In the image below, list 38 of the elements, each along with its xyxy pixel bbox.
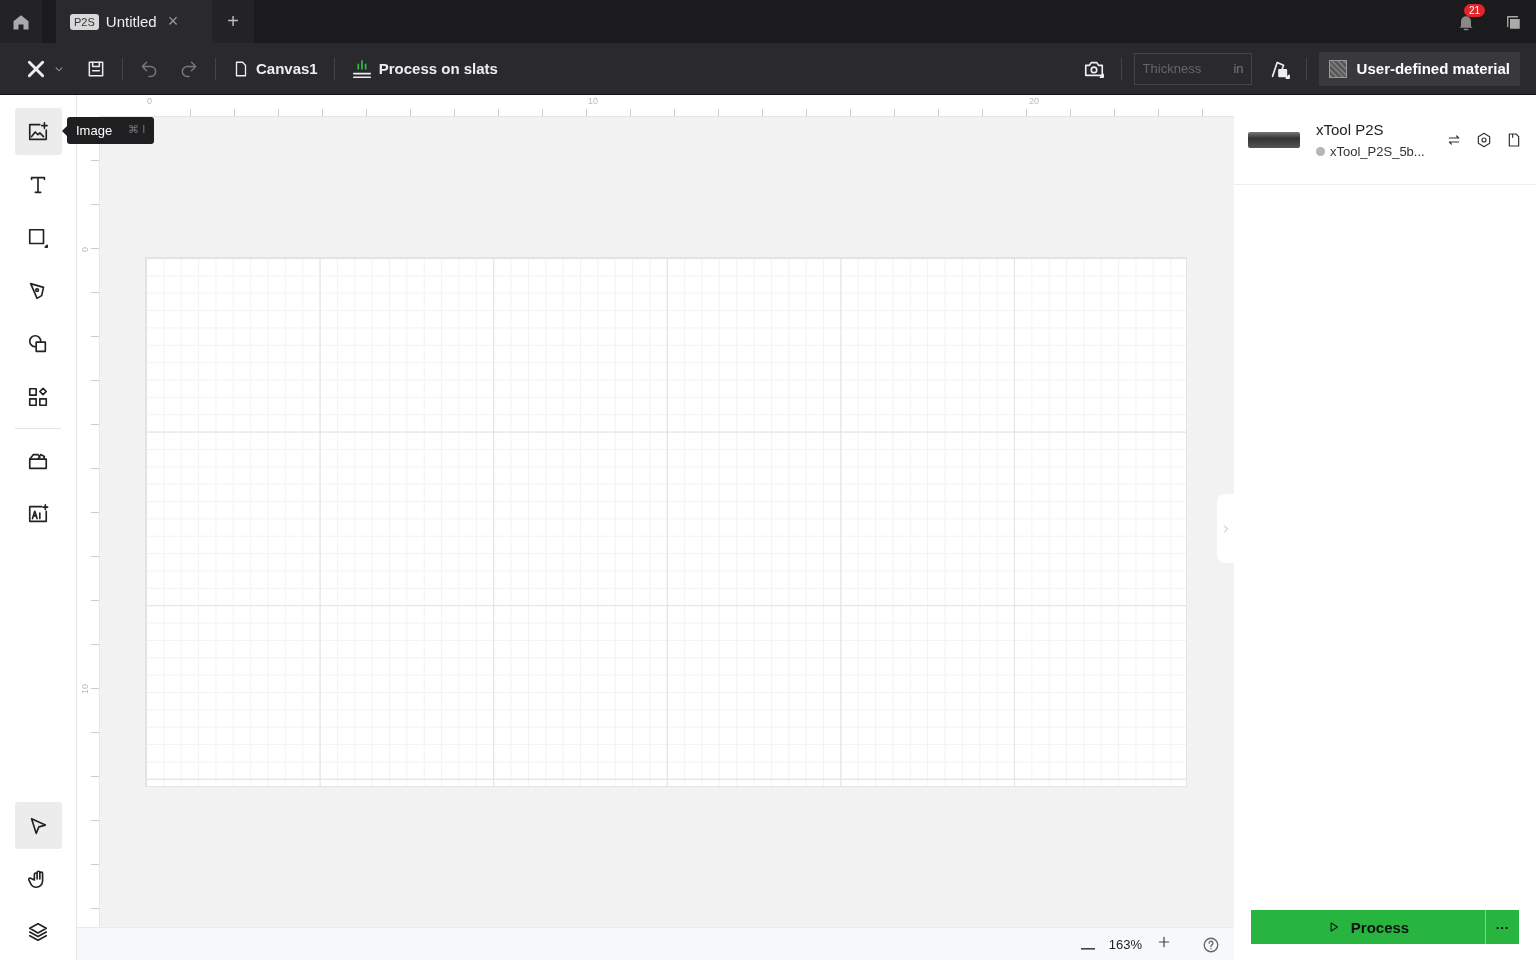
notification-count: 21 xyxy=(1464,4,1486,17)
unit-label: in xyxy=(1233,60,1244,76)
tool-button[interactable] xyxy=(14,108,62,155)
x-logo-icon xyxy=(26,58,46,79)
document-tab[interactable]: P2S Untitled × xyxy=(56,0,212,43)
process-button[interactable]: Process xyxy=(1251,910,1485,944)
canvas-button[interactable]: Canvas1 xyxy=(222,59,328,78)
device-name: xTool P2S xyxy=(1316,120,1385,138)
new-tab-button[interactable]: + xyxy=(212,0,254,43)
plus-icon xyxy=(1156,934,1172,950)
tool-button[interactable] xyxy=(14,802,62,849)
tab-title: Untitled xyxy=(105,13,157,30)
close-tab-button[interactable]: × xyxy=(167,11,179,32)
more-button[interactable]: ··· xyxy=(1485,910,1519,944)
minus-icon xyxy=(1080,948,1095,950)
ruler-label: 10 xyxy=(588,96,598,106)
home-button[interactable] xyxy=(0,0,42,43)
layers-icon xyxy=(27,920,49,943)
document-icon xyxy=(1506,131,1522,148)
panel-toggle-button[interactable] xyxy=(1217,494,1234,563)
shortcut-label: ⌘ I xyxy=(128,123,146,137)
slats-icon xyxy=(350,57,373,80)
ruler-label: 20 xyxy=(1029,96,1039,106)
machine-badge: P2S xyxy=(70,13,99,30)
settings-icon xyxy=(1476,131,1492,148)
rectangle-icon xyxy=(27,226,49,249)
ruler-label: 10 xyxy=(80,684,90,694)
process-mode-button[interactable]: Process on slats xyxy=(340,57,508,80)
add-image-icon xyxy=(27,120,49,143)
machine-image xyxy=(1248,131,1300,148)
elements-icon xyxy=(27,385,49,408)
zoom-level: 163% xyxy=(1108,937,1142,952)
shapes-icon xyxy=(27,332,49,355)
connection-name: xTool_P2S_5b... xyxy=(1330,143,1425,159)
help-icon xyxy=(1202,935,1220,954)
tooltip-label: Image xyxy=(76,123,113,138)
ai-image-icon xyxy=(27,502,49,525)
material-button[interactable]: User-defined material xyxy=(1318,51,1520,86)
